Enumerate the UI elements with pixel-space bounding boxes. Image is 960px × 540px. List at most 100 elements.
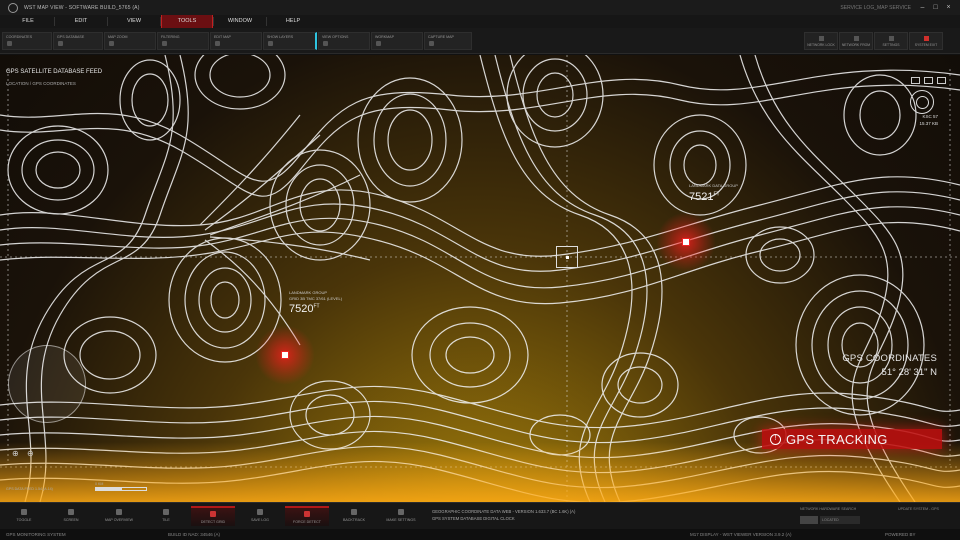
- toolbar-label: CAPTURE MAP: [428, 35, 454, 39]
- toolbar-coordinates[interactable]: COORDINATES: [2, 32, 52, 50]
- gps-coordinates-value: 51° 28' 31" N: [881, 367, 937, 378]
- status-display: M17 DISPLAY - WST VIEWER VERSION 3.9.2 (…: [690, 532, 792, 537]
- toolbar-label: WORKMAP: [375, 35, 394, 39]
- gps-marker-2[interactable]: [682, 238, 690, 246]
- menu-file[interactable]: FILE: [2, 15, 54, 28]
- bottom-make-settings[interactable]: MAKE SETTINGS: [379, 506, 423, 526]
- toolbar-label: NETWORK FROM: [841, 43, 871, 47]
- app-logo-icon: [8, 2, 18, 13]
- bottom-label: BACKTRACK: [343, 518, 365, 522]
- bottom-backtrack[interactable]: BACKTRACK: [332, 506, 376, 526]
- toolbar-view-options[interactable]: VIEW OPTIONS: [318, 32, 370, 50]
- topographic-map[interactable]: GPS SATELLITE DATABASE FEED LOCATION / G…: [0, 55, 960, 502]
- marker1-tag-2: GRID 3B TMC 37/61 (LEVEL): [289, 296, 343, 301]
- power-icon: [924, 36, 929, 41]
- bottom-save-log[interactable]: SAVE LOG: [238, 506, 282, 526]
- menu-edit[interactable]: EDIT: [55, 15, 107, 28]
- network-toggle[interactable]: [800, 516, 818, 524]
- detect-icon: [210, 511, 216, 517]
- bottom-map-overview[interactable]: MAP OVERVIEW: [97, 506, 141, 526]
- marker1-elevation: 7520FT: [289, 303, 320, 315]
- zoom-out-icon[interactable]: ⊖: [27, 449, 34, 458]
- elevation-value: 7521: [689, 191, 714, 203]
- coord-line-1: GEOGRAPHIC COORDINATE DATA WEB - VERSION…: [432, 509, 576, 514]
- filter-icon: [162, 41, 167, 46]
- toolbar-label: MAP ZOOM: [108, 35, 128, 39]
- grid-label: GPS DATA FEED 1.54 (A.14): [6, 487, 53, 491]
- readout-ksc: KSC 57: [922, 114, 938, 119]
- gps-marker-1[interactable]: [281, 351, 289, 359]
- overview-icon: [116, 509, 122, 515]
- bottom-label: SAVE LOG: [251, 518, 269, 522]
- map-header-title: GPS SATELLITE DATABASE FEED: [6, 69, 103, 75]
- list-icon: [398, 509, 404, 515]
- database-icon: [58, 41, 63, 46]
- bottom-label: SCREEN: [63, 518, 79, 522]
- toolbar-show-layers[interactable]: SHOW LAYERS: [263, 32, 317, 50]
- toolbar-label: EDIT MAP: [214, 35, 231, 39]
- toolbar-label: VIEW OPTIONS: [322, 35, 349, 39]
- elevation-unit: FT: [713, 191, 720, 198]
- toolbar-capture-map[interactable]: CAPTURE MAP: [424, 32, 472, 50]
- bottom-label: MAKE SETTINGS: [386, 518, 416, 522]
- edit-icon: [215, 41, 220, 46]
- bottom-screen[interactable]: SCREEN: [49, 506, 93, 526]
- capture-icon: [429, 41, 434, 46]
- bottom-label: FORCE DETECT: [293, 520, 321, 524]
- grid-toggle-icon[interactable]: [924, 77, 933, 84]
- layers-icon: [268, 41, 273, 46]
- bottom-label: MAP OVERVIEW: [104, 518, 134, 522]
- menu-tools[interactable]: TOOLS: [161, 15, 213, 28]
- bottom-label: TOGGLE: [16, 518, 32, 522]
- bottom-toolbar: TOGGLE SCREEN MAP OVERVIEW TILE DETECT G…: [0, 502, 960, 529]
- menu-window[interactable]: WINDOW: [214, 15, 266, 28]
- toolbar-gps-database[interactable]: GPS DATABASE: [53, 32, 103, 50]
- gps-tracking-badge[interactable]: ! GPS TRACKING: [762, 429, 942, 449]
- warning-icon: !: [770, 433, 781, 445]
- save-icon: [257, 509, 263, 515]
- force-icon: [304, 511, 310, 517]
- elevation-unit: FT: [313, 303, 320, 310]
- toolbar-filtering[interactable]: FILTERING: [157, 32, 209, 50]
- zoom-in-icon[interactable]: ⊕: [12, 449, 19, 458]
- toolbar-label: COORDINATES: [6, 35, 33, 39]
- fullscreen-icon[interactable]: [937, 77, 946, 84]
- gps-coordinates-label: GPS COORDINATES: [842, 353, 937, 364]
- network-search-field[interactable]: LOCATED: [820, 516, 860, 524]
- toolbar-edit-map[interactable]: EDIT MAP: [210, 32, 262, 50]
- gear-icon: [889, 36, 894, 41]
- close-button[interactable]: ×: [945, 4, 952, 11]
- map-header-sub: LOCATION / GPS COORDINATES: [6, 81, 76, 86]
- tile-icon: [163, 509, 169, 515]
- elevation-value: 7520: [289, 303, 314, 315]
- bottom-label: TILE: [162, 518, 170, 522]
- network-search-panel: NETWORK HARDWARE SEARCH UPDATE SYSTEM - …: [798, 505, 960, 528]
- bottom-tile[interactable]: TILE: [144, 506, 188, 526]
- update-system-label: UPDATE SYSTEM - GPS: [898, 507, 939, 511]
- toolbar-system-exit[interactable]: SYSTEM EXIT: [909, 32, 943, 50]
- compass-icon[interactable]: [910, 90, 934, 114]
- toolbar-label: FILTERING: [161, 35, 180, 39]
- marker2-tag: LANDMARK DATA GROUP: [689, 183, 738, 188]
- toolbar-label: SHOW LAYERS: [267, 35, 294, 39]
- toolbar-map-zoom[interactable]: MAP ZOOM: [104, 32, 156, 50]
- bottom-force-detect[interactable]: FORCE DETECT: [285, 506, 329, 526]
- toolbar-network-from[interactable]: NETWORK FROM: [839, 32, 873, 50]
- toolbar-label: SYSTEM EXIT: [914, 43, 938, 47]
- restore-button[interactable]: □: [932, 4, 939, 11]
- center-crosshair: [556, 246, 578, 268]
- toolbar-network-lock[interactable]: NETWORK LOCK: [804, 32, 838, 50]
- toolbar-workmap[interactable]: WORKMAP: [371, 32, 423, 50]
- toolbar-settings[interactable]: SETTINGS: [874, 32, 908, 50]
- menu-view[interactable]: VIEW: [108, 15, 160, 28]
- menu-help[interactable]: HELP: [267, 15, 319, 28]
- bottom-detect-grid[interactable]: DETECT GRID: [191, 506, 235, 526]
- zoom-lens[interactable]: [8, 345, 86, 423]
- layers-toggle-icon[interactable]: [911, 77, 920, 84]
- marker2-elevation: 7521FT: [689, 191, 720, 203]
- minimize-button[interactable]: –: [919, 4, 926, 11]
- coordinate-info: GEOGRAPHIC COORDINATE DATA WEB - VERSION…: [432, 508, 575, 522]
- toolbar-label: NETWORK LOCK: [807, 43, 835, 47]
- bottom-toggle[interactable]: TOGGLE: [2, 506, 46, 526]
- service-info: SERVICE LOG_MAP SERVICE: [840, 4, 911, 11]
